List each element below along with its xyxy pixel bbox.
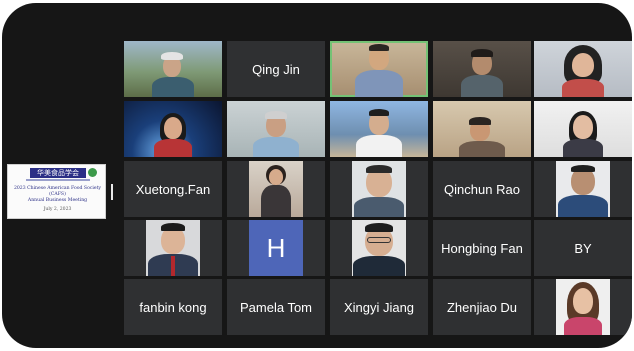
participant-name: Hongbing Fan bbox=[441, 240, 523, 256]
split-view-drag-handle[interactable] bbox=[111, 184, 113, 200]
participant-photo-tile[interactable] bbox=[330, 220, 428, 276]
participant-photo-tile[interactable] bbox=[330, 161, 428, 217]
participant-name: Pamela Tom bbox=[239, 299, 312, 315]
participant-video-tile[interactable] bbox=[433, 41, 531, 97]
participant-avatar-initial: H bbox=[249, 220, 303, 276]
shared-screen-thumbnail[interactable]: 华美食品学会 2023 Chinese American Food Societ… bbox=[7, 164, 106, 219]
shared-logo-text: 华美食品学会 bbox=[30, 168, 86, 178]
participant-video-tile-active-speaker[interactable] bbox=[330, 41, 428, 97]
participant-video-tile[interactable] bbox=[124, 101, 222, 157]
participant-video bbox=[455, 41, 509, 97]
participant-video-tile[interactable] bbox=[534, 41, 632, 97]
participant-profile-photo bbox=[249, 161, 303, 217]
participant-video-tile[interactable] bbox=[227, 101, 325, 157]
participant-name-tile[interactable]: Xuetong.Fan bbox=[124, 161, 222, 217]
participant-video bbox=[146, 41, 200, 97]
participant-video-tile[interactable] bbox=[330, 101, 428, 157]
shared-title-line-3: Annual Business Meeting bbox=[27, 198, 88, 203]
participant-video bbox=[146, 101, 200, 157]
participant-name-tile[interactable]: Hongbing Fan bbox=[433, 220, 531, 276]
participant-profile-photo bbox=[556, 161, 610, 217]
participant-name-tile[interactable]: Zhenjiao Du bbox=[433, 279, 531, 335]
meeting-gallery-view: 华美食品学会 2023 Chinese American Food Societ… bbox=[2, 3, 632, 348]
participant-name: Xuetong.Fan bbox=[135, 181, 211, 197]
participant-initial-tile[interactable]: H bbox=[227, 220, 325, 276]
participant-video bbox=[249, 101, 303, 157]
participant-photo-tile[interactable] bbox=[534, 279, 632, 335]
participant-name-tile[interactable]: Qing Jin bbox=[227, 41, 325, 97]
participant-name: BY bbox=[574, 240, 592, 256]
participant-photo-tile[interactable] bbox=[124, 220, 222, 276]
participant-photo-tile[interactable] bbox=[534, 161, 632, 217]
participant-video-tile[interactable] bbox=[124, 41, 222, 97]
participant-name: Zhenjiao Du bbox=[446, 299, 518, 315]
participant-video-tile[interactable] bbox=[534, 101, 632, 157]
participant-name-tile[interactable]: Qinchun Rao bbox=[433, 161, 531, 217]
participant-video bbox=[556, 101, 610, 157]
participant-name: fanbin kong bbox=[139, 299, 207, 315]
participant-profile-photo bbox=[352, 161, 406, 217]
participant-video bbox=[556, 41, 610, 97]
participant-name-tile[interactable]: BY bbox=[534, 220, 632, 276]
participant-profile-photo bbox=[556, 279, 610, 335]
participant-profile-photo bbox=[146, 220, 200, 276]
participant-video-tile[interactable] bbox=[433, 101, 531, 157]
society-logo-icon bbox=[88, 168, 97, 177]
participant-profile-photo bbox=[352, 220, 406, 276]
participant-name-tile[interactable]: Pamela Tom bbox=[227, 279, 325, 335]
participant-video bbox=[352, 41, 406, 97]
participant-photo-tile[interactable] bbox=[227, 161, 325, 217]
participant-name: Xingyi Jiang bbox=[343, 299, 415, 315]
participant-name: Qing Jin bbox=[252, 61, 300, 77]
participant-name: Qinchun Rao bbox=[444, 181, 520, 197]
participant-name-tile[interactable]: fanbin kong bbox=[124, 279, 222, 335]
logo-underline bbox=[26, 179, 90, 181]
participant-name-tile[interactable]: Xingyi Jiang bbox=[330, 279, 428, 335]
shared-date: July 2, 2023 bbox=[43, 207, 72, 212]
participant-video bbox=[352, 101, 406, 157]
participant-video bbox=[455, 101, 509, 157]
